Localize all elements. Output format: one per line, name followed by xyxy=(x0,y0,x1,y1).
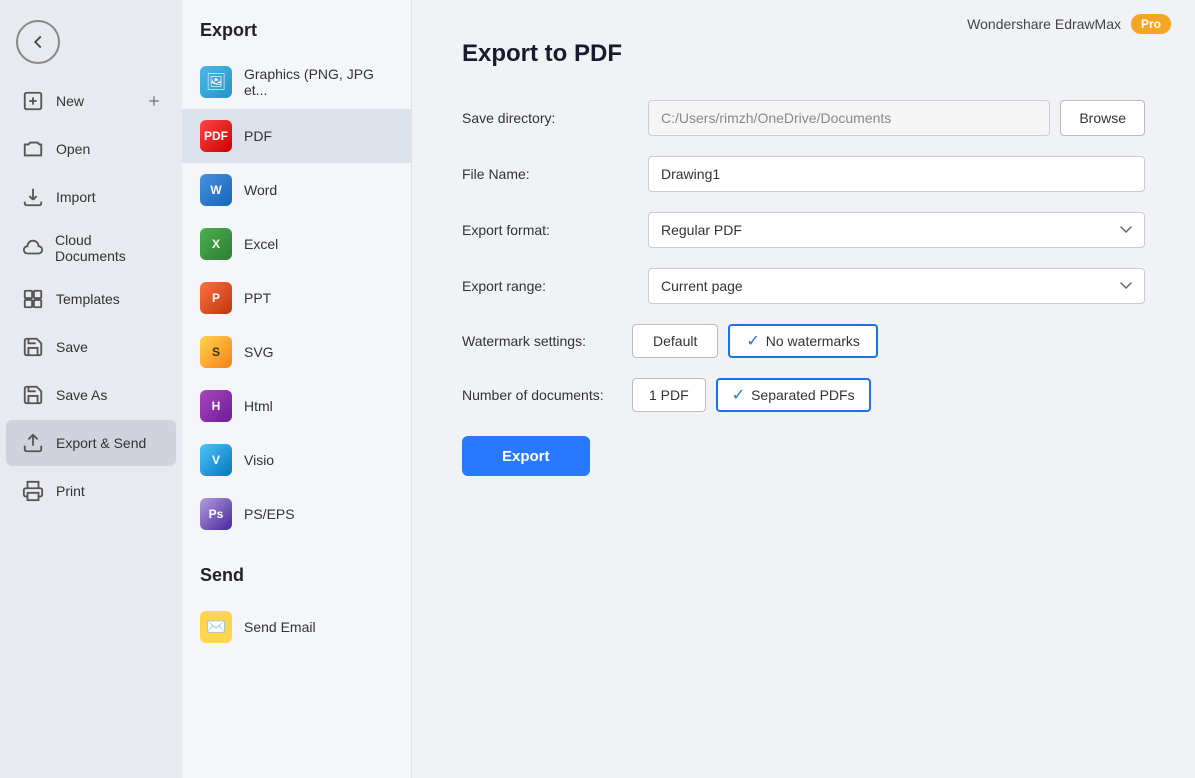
sidebar-item-print[interactable]: Print xyxy=(6,468,176,514)
ps-icon: Ps xyxy=(200,498,232,530)
plus-icon xyxy=(146,93,162,109)
send-section: Send ✉️ Send Email xyxy=(182,565,411,654)
sidebar-item-label-print: Print xyxy=(56,483,85,499)
sidebar-item-export[interactable]: Export & Send xyxy=(6,420,176,466)
visio-icon: V xyxy=(200,444,232,476)
export-item-pdf[interactable]: PDF PDF xyxy=(182,109,411,163)
file-name-input[interactable] xyxy=(648,156,1145,192)
export-item-label-excel: Excel xyxy=(244,236,278,252)
html-icon: H xyxy=(200,390,232,422)
excel-icon: X xyxy=(200,228,232,260)
save-directory-label: Save directory: xyxy=(462,110,632,126)
watermark-check-icon: ✓ xyxy=(746,331,759,351)
export-item-graphics[interactable]: 🖼 Graphics (PNG, JPG et... xyxy=(182,55,411,109)
export-range-select[interactable]: Current page All pages Selected pages xyxy=(648,268,1145,304)
templates-icon xyxy=(20,286,46,312)
export-item-excel[interactable]: X Excel xyxy=(182,217,411,271)
export-range-label: Export range: xyxy=(462,278,632,294)
export-item-word[interactable]: W Word xyxy=(182,163,411,217)
sidebar-item-label-new: New xyxy=(56,93,84,109)
export-item-label-graphics: Graphics (PNG, JPG et... xyxy=(244,66,393,98)
num-docs-active-label: Separated PDFs xyxy=(751,387,855,403)
export-icon xyxy=(20,430,46,456)
pro-badge: Pro xyxy=(1131,14,1171,34)
export-item-email[interactable]: ✉️ Send Email xyxy=(182,600,411,654)
watermark-active-button[interactable]: ✓ No watermarks xyxy=(728,324,878,358)
import-icon xyxy=(20,184,46,210)
sidebar-nav: New Open Import Cloud Documents xyxy=(0,74,182,518)
watermark-row: Watermark settings: Default ✓ No waterma… xyxy=(462,324,1145,358)
graphics-icon: 🖼 xyxy=(200,66,232,98)
sidebar-item-new[interactable]: New xyxy=(6,78,176,124)
num-docs-separated-button[interactable]: ✓ Separated PDFs xyxy=(716,378,871,412)
sidebar-item-label-import: Import xyxy=(56,189,96,205)
export-item-label-visio: Visio xyxy=(244,452,274,468)
saveas-icon xyxy=(20,382,46,408)
export-item-ppt[interactable]: P PPT xyxy=(182,271,411,325)
export-item-label-ppt: PPT xyxy=(244,290,271,306)
word-icon: W xyxy=(200,174,232,206)
browse-button[interactable]: Browse xyxy=(1060,100,1145,136)
export-item-visio[interactable]: V Visio xyxy=(182,433,411,487)
export-list-panel: Export 🖼 Graphics (PNG, JPG et... PDF PD… xyxy=(182,0,412,778)
back-button[interactable] xyxy=(16,20,60,64)
num-docs-label: Number of documents: xyxy=(462,387,632,403)
export-button[interactable]: Export xyxy=(462,436,590,476)
export-item-label-word: Word xyxy=(244,182,277,198)
export-item-label-svg: SVG xyxy=(244,344,274,360)
sidebar-item-open[interactable]: Open xyxy=(6,126,176,172)
email-icon: ✉️ xyxy=(200,611,232,643)
sidebar-item-label-templates: Templates xyxy=(56,291,120,307)
save-directory-row: Save directory: Browse xyxy=(462,100,1145,136)
sidebar-item-label-cloud: Cloud Documents xyxy=(55,232,162,264)
separated-check-icon: ✓ xyxy=(732,385,745,405)
watermark-default-button[interactable]: Default xyxy=(632,324,718,358)
export-section-title: Export xyxy=(182,20,411,41)
export-range-row: Export range: Current page All pages Sel… xyxy=(462,268,1145,304)
export-item-label-email: Send Email xyxy=(244,619,316,635)
sidebar: New Open Import Cloud Documents xyxy=(0,0,182,778)
file-name-row: File Name: xyxy=(462,156,1145,192)
export-item-label-pdf: PDF xyxy=(244,128,272,144)
sidebar-item-label-saveas: Save As xyxy=(56,387,107,403)
sidebar-item-save[interactable]: Save xyxy=(6,324,176,370)
sidebar-item-templates[interactable]: Templates xyxy=(6,276,176,322)
pdf-icon: PDF xyxy=(200,120,232,152)
main-content: Export to PDF Save directory: Browse Fil… xyxy=(412,0,1195,778)
sidebar-item-label-open: Open xyxy=(56,141,90,157)
app-title: Wondershare EdrawMax xyxy=(967,16,1121,32)
export-format-label: Export format: xyxy=(462,222,632,238)
watermark-label: Watermark settings: xyxy=(462,333,632,349)
num-docs-row: Number of documents: 1 PDF ✓ Separated P… xyxy=(462,378,1145,412)
export-format-select[interactable]: Regular PDF PDF/A PDF/X xyxy=(648,212,1145,248)
sidebar-item-import[interactable]: Import xyxy=(6,174,176,220)
export-item-svg[interactable]: S SVG xyxy=(182,325,411,379)
export-item-html[interactable]: H Html xyxy=(182,379,411,433)
export-item-label-ps: PS/EPS xyxy=(244,506,295,522)
cloud-icon xyxy=(20,235,45,261)
sidebar-item-saveas[interactable]: Save As xyxy=(6,372,176,418)
sidebar-item-label-save: Save xyxy=(56,339,88,355)
watermark-active-label: No watermarks xyxy=(766,333,860,349)
sidebar-item-cloud[interactable]: Cloud Documents xyxy=(6,222,176,274)
print-icon xyxy=(20,478,46,504)
send-section-title: Send xyxy=(182,565,411,586)
sidebar-item-label-export: Export & Send xyxy=(56,435,146,451)
new-icon xyxy=(20,88,46,114)
top-bar: Wondershare EdrawMax Pro xyxy=(943,0,1195,48)
export-item-ps[interactable]: Ps PS/EPS xyxy=(182,487,411,541)
save-directory-input[interactable] xyxy=(648,100,1050,136)
export-item-label-html: Html xyxy=(244,398,273,414)
svg-icon: S xyxy=(200,336,232,368)
ppt-icon: P xyxy=(200,282,232,314)
num-docs-1pdf-button[interactable]: 1 PDF xyxy=(632,378,706,412)
open-icon xyxy=(20,136,46,162)
export-format-row: Export format: Regular PDF PDF/A PDF/X xyxy=(462,212,1145,248)
file-name-label: File Name: xyxy=(462,166,632,182)
save-icon xyxy=(20,334,46,360)
